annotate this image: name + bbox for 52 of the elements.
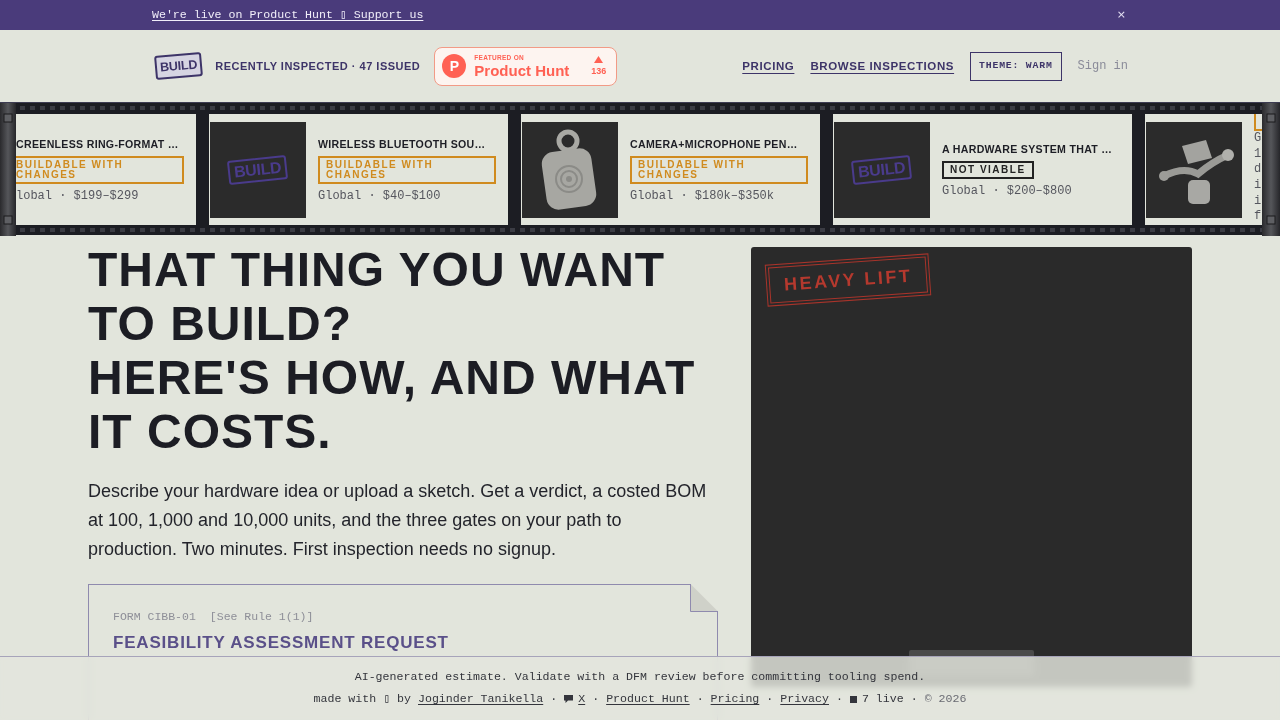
product-card[interactable]: G1diif <box>1145 114 1262 225</box>
announcement-link[interactable]: We're live on Product Hunt ▯ Support us <box>152 7 424 23</box>
separator-dot: · <box>550 691 558 707</box>
live-count: 7 live <box>861 691 904 707</box>
upvote-triangle-icon <box>594 56 604 63</box>
credit-text: made with ▯ by <box>313 691 411 707</box>
separator-dot: · <box>766 691 774 707</box>
nav-link[interactable]: PRICING <box>742 59 795 73</box>
card-title: CREENLESS RING-FORMAT … <box>16 136 179 151</box>
product-card[interactable]: BUILD WIRELESS BLUETOOTH SOU… BUILDABLE WITH CHANGES Global · $40–$100 <box>209 114 508 225</box>
product-card[interactable]: CAMERA+MICROPHONE PEN… BUILDABLE WITH CHANGES Global · $180k–$350k <box>521 114 820 225</box>
verdict-badge: BUILDABLE WITH CHANGES <box>630 155 808 184</box>
author-link[interactable]: Joginder Tanikella <box>418 691 544 707</box>
social-link[interactable]: X <box>578 691 586 707</box>
product-hunt-logo: P <box>442 54 467 78</box>
hero-intro: Describe your hardware idea or upload a sketch. Get a verdict, a costed BOM at 100, 1,000 and 10,000 units, and the three gates on your path to production. Two minutes. First inspection needs no signup. <box>88 480 708 561</box>
card-title: A HARDWARE SYSTEM THAT … <box>942 141 1113 156</box>
footer-link[interactable]: Product Hunt <box>606 691 690 707</box>
rule-reference: [See Rule 1(1)] <box>209 609 314 625</box>
card-meta: G1diif <box>1254 131 1262 225</box>
card-meta: lobal · $199–$299 <box>16 188 139 203</box>
theme-button[interactable]: THEME: WARM <box>970 51 1062 81</box>
verdict-badge: BUILDABLE WITH CHANGES <box>318 155 496 184</box>
close-button[interactable]: × <box>1116 9 1126 21</box>
inspection-stats: RECENTLY INSPECTED · 47 ISSUED <box>215 59 421 73</box>
card-title: CAMERA+MICROPHONE PEN… <box>630 136 798 151</box>
status-square-icon <box>849 695 857 703</box>
chat-bubble-icon <box>564 695 574 703</box>
copyright-text: © 2026 <box>924 691 967 707</box>
card-meta: Global · $200–$800 <box>942 183 1072 198</box>
product-card[interactable]: BUILD A HARDWARE SYSTEM THAT … NOT VIABLE Global · $200–$800 <box>833 114 1132 225</box>
card-meta: Global · $40–$100 <box>318 188 441 203</box>
nav-link[interactable]: BROWSE INSPECTIONS <box>810 59 955 73</box>
logo-stamp: BUILD <box>851 154 913 185</box>
hero-headline: THAT THING YOU WANT TO BUILD? HERE'S HOW, AND WHAT IT COSTS. <box>88 243 697 459</box>
logo-stamp: BUILD <box>227 154 289 185</box>
logo-stamp[interactable]: BUILD <box>154 52 204 80</box>
vote-count: 136 <box>591 66 607 76</box>
footer-link[interactable]: Privacy <box>780 691 829 707</box>
separator-dot: · <box>592 691 600 707</box>
form-title: FEASIBILITY ASSESSMENT REQUEST <box>113 632 450 654</box>
badge-title: Product Hunt <box>474 61 570 79</box>
separator-dot: · <box>910 691 918 707</box>
card-meta: Global · $180k–$350k <box>630 188 775 203</box>
separator-dot: · <box>836 691 843 707</box>
form-code: FORM CIBB-01 <box>113 609 196 625</box>
verdict-badge: NOT VIABLE <box>942 160 1034 179</box>
card-title: WIRELESS BLUETOOTH SOU… <box>318 136 486 151</box>
product-card[interactable]: CREENLESS RING-FORMAT … BUILDABLE WITH CHANGES lobal · $199–$299 <box>16 114 196 225</box>
footer-link[interactable]: Pricing <box>710 691 760 707</box>
separator-dot: · <box>696 691 704 707</box>
verdict-badge: BUILDABLE WITH CHANGES <box>16 155 184 184</box>
